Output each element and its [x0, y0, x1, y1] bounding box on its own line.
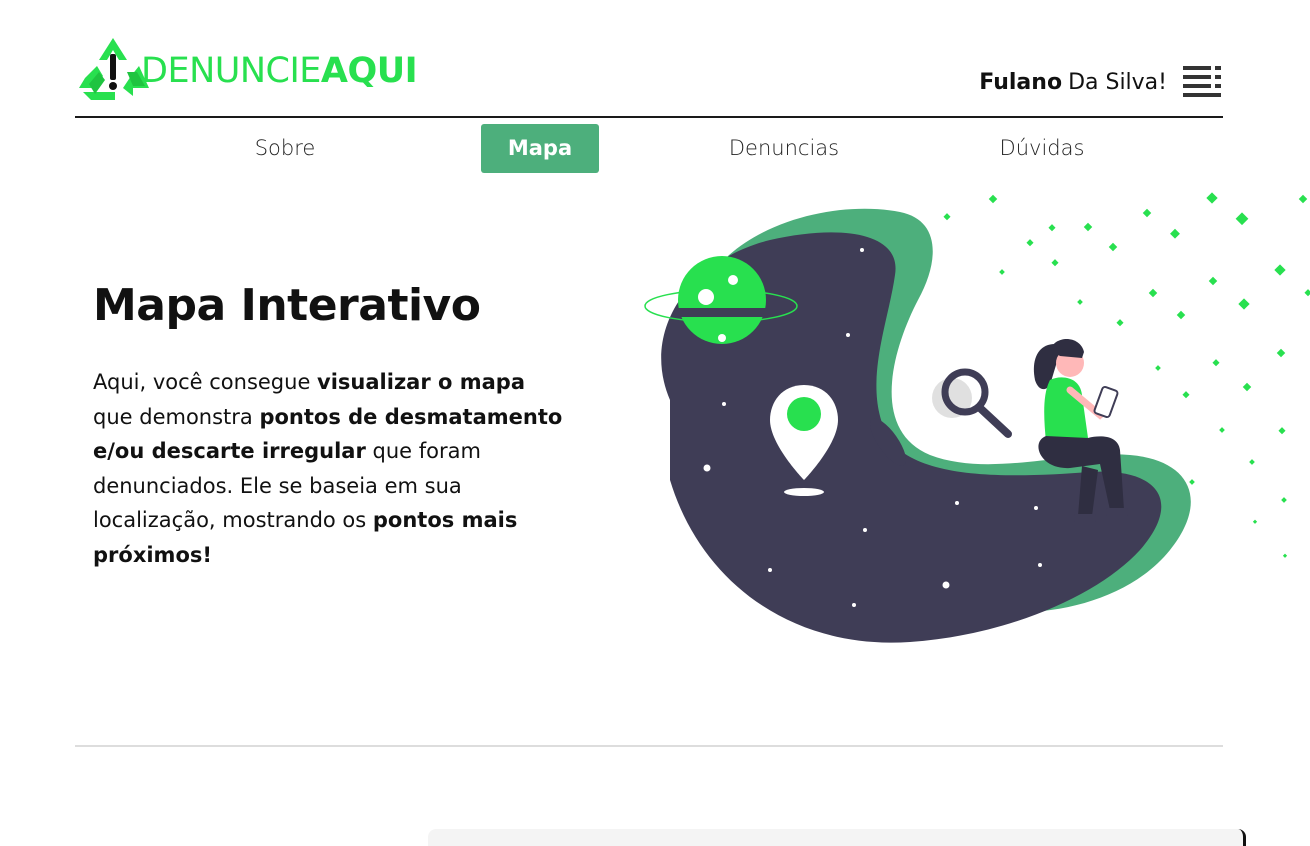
nav-item-sobre[interactable]: Sobre [225, 124, 345, 173]
nav-item-denuncias[interactable]: Denuncias [714, 124, 854, 173]
logo[interactable]: DENUNCIEAQUI [75, 36, 418, 102]
map-container[interactable] [428, 829, 1246, 846]
menu-icon[interactable] [1183, 64, 1223, 100]
user-last-name: Da Silva! [1068, 69, 1167, 95]
section-divider [75, 745, 1223, 747]
nav-item-mapa[interactable]: Mapa [481, 124, 599, 173]
map-illustration [644, 192, 1310, 643]
hero-text-1: Aqui, você consegue [93, 370, 318, 394]
hero-text-bold-1: visualizar o mapa [317, 370, 526, 394]
logo-text: DENUNCIEAQUI [141, 51, 418, 91]
header: DENUNCIEAQUI Fulano Da Silva! [75, 34, 1223, 118]
user-greeting: Fulano Da Silva! [979, 64, 1223, 100]
brand-name-part2: AQUI [320, 51, 418, 91]
user-first-name: Fulano [979, 69, 1063, 95]
hero-text-2: que demonstra [93, 404, 260, 429]
hero-description: Aqui, você consegue visualizar o mapa qu… [93, 365, 568, 572]
brand-name-part1: DENUNCIE [141, 51, 321, 91]
nav-item-duvidas[interactable]: Dúvidas [982, 124, 1102, 173]
magnifier-icon [932, 368, 1012, 438]
main-nav: Sobre Mapa Denuncias Dúvidas [0, 124, 1310, 174]
page-title: Mapa Interativo [93, 280, 481, 331]
recycle-warning-icon [79, 38, 149, 100]
